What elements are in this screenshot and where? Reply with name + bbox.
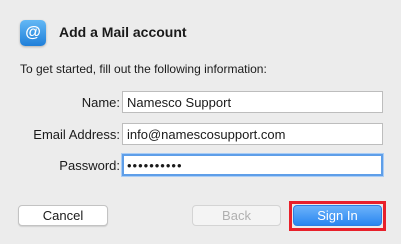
- email-field[interactable]: [122, 123, 383, 145]
- name-label: Name:: [81, 95, 120, 110]
- dialog-subtitle: To get started, fill out the following i…: [20, 62, 267, 76]
- name-field[interactable]: [122, 91, 383, 113]
- password-row: Password:: [0, 154, 401, 176]
- back-button: Back: [192, 205, 281, 226]
- password-field[interactable]: [122, 154, 383, 176]
- cancel-button[interactable]: Cancel: [18, 205, 108, 226]
- email-row: Email Address:: [0, 123, 401, 145]
- dialog-title: Add a Mail account: [59, 24, 187, 40]
- sign-in-button[interactable]: Sign In: [293, 205, 382, 226]
- password-label: Password:: [59, 158, 120, 173]
- name-row: Name:: [0, 91, 401, 113]
- mail-at-icon: @: [20, 20, 46, 46]
- email-label: Email Address:: [33, 127, 120, 142]
